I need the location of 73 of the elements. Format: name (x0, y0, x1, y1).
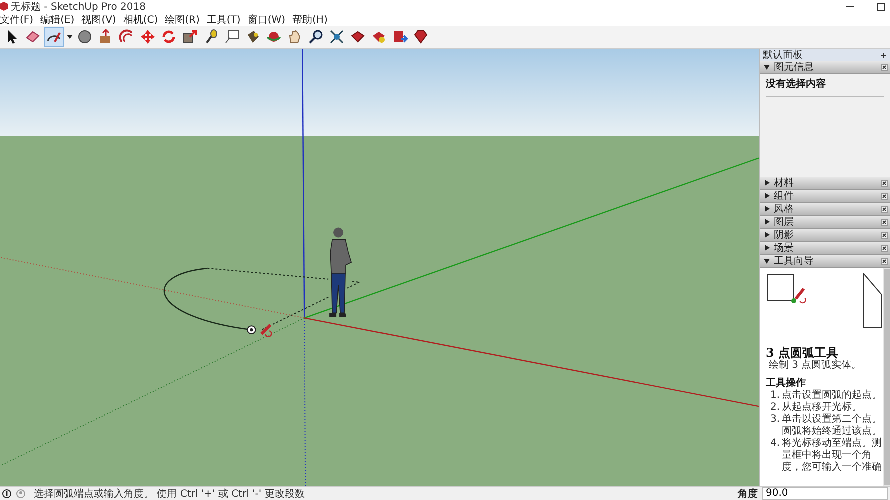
section-title: 场景 (774, 242, 795, 255)
dashed-guide-line (261, 297, 330, 331)
menu-item[interactable]: 绘图(R) (165, 12, 200, 26)
tool-button[interactable] (44, 27, 64, 47)
menu-item[interactable]: 帮助(H) (292, 12, 328, 26)
status-message: 选择圆弧端点或输入角度。 使用 Ctrl '+' 或 Ctrl '-' 更改段数 (34, 488, 305, 500)
menu-item[interactable]: 编辑(E) (40, 12, 75, 26)
step-text: 点击设置圆弧的起点。 (782, 390, 882, 402)
hand-icon (287, 29, 303, 45)
close-icon[interactable] (881, 64, 888, 70)
panel-title: 默认面板 (763, 48, 803, 62)
section-header[interactable]: 图层 (760, 216, 890, 229)
section-title: 工具向导 (774, 255, 815, 268)
section-header[interactable]: 场景 (760, 242, 890, 255)
section-header[interactable]: 风格 (760, 203, 890, 216)
close-icon[interactable] (881, 192, 888, 200)
section-header[interactable]: 阴影 (760, 229, 890, 242)
section-header[interactable]: 工具向导 (760, 255, 890, 268)
section-header[interactable]: 图元信息 (760, 61, 890, 74)
info-icon[interactable] (2, 488, 12, 498)
measurement-label: 角度 (738, 487, 758, 500)
app-logo-icon (0, 2, 8, 11)
section-title: 图层 (774, 216, 795, 229)
section-header[interactable]: 组件 (760, 190, 890, 203)
close-icon[interactable] (881, 218, 888, 226)
gem-icon (350, 29, 366, 45)
section-title: 图元信息 (774, 60, 815, 74)
export-icon (392, 29, 408, 45)
operations-heading: 工具操作 (766, 378, 807, 390)
measurement-field[interactable]: 90.0 (762, 487, 888, 500)
zoom-icon (308, 29, 324, 45)
menu-item[interactable]: 视图(V) (82, 12, 116, 26)
window-title: 无标题 - SketchUp Pro 2018 (11, 0, 146, 14)
section-title: 风格 (774, 202, 795, 216)
close-icon[interactable] (881, 232, 888, 238)
menu-item[interactable]: 相机(C) (123, 12, 158, 26)
text-label-icon (224, 29, 240, 45)
section-title: 阴影 (774, 229, 795, 242)
gem-with-coin-icon (371, 29, 387, 45)
circle-icon (77, 29, 93, 45)
menu-item[interactable]: 工具(T) (206, 12, 241, 26)
orbit-icon (266, 29, 282, 45)
maximize-icon[interactable] (876, 2, 886, 12)
rotate-arrows-icon (161, 29, 177, 45)
inference-point-icon (247, 326, 256, 335)
close-icon[interactable] (881, 258, 888, 264)
close-icon[interactable] (881, 206, 888, 212)
triangle-illustration-drawing (863, 273, 883, 329)
section-title: 组件 (774, 190, 795, 203)
offset-arcs-icon (119, 29, 135, 45)
no-selection-text: 没有选择内容 (766, 77, 827, 91)
pencil-cursor-icon (260, 324, 272, 338)
tool-name: 3 点圆弧工具 (766, 347, 839, 360)
step-number: 3. (769, 414, 780, 427)
menu-item[interactable]: 窗口(W) (248, 12, 286, 26)
step-text: 将光标移动至端点。测量框中将出现一个角度，您可输入一个准确 (782, 438, 883, 474)
scale-icon (182, 29, 198, 45)
eraser-icon (25, 29, 41, 45)
close-icon[interactable] (881, 180, 888, 186)
tool-description: 绘制 3 点圆弧实体。 (768, 360, 863, 372)
menu-item[interactable]: 文件(F) (0, 12, 34, 26)
step-number: 1. (769, 390, 780, 402)
ruby-gem-icon (413, 29, 429, 45)
section-title: 材料 (774, 176, 795, 190)
move-arrows-icon (140, 29, 156, 45)
zoom-extents-icon (329, 29, 345, 45)
step-number: 2. (769, 402, 780, 414)
pin-icon[interactable] (880, 52, 887, 58)
close-icon[interactable] (881, 244, 888, 252)
step-text: 单击以设置第二个点。圆弧将始终通过该点。 (782, 414, 883, 438)
step-number: 4. (769, 438, 780, 451)
step-text: 从起点移开光标。 (782, 402, 862, 414)
section-header[interactable]: 材料 (760, 177, 890, 190)
